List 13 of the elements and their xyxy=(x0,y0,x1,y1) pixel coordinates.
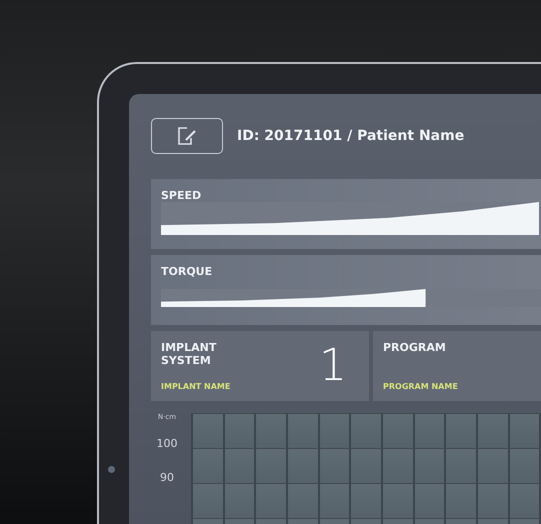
axis-tick: 90 xyxy=(160,471,174,486)
patient-id: ID: 20171101 / Patient Name xyxy=(237,128,464,144)
info-title: IMPLANT SYSTEM xyxy=(161,341,218,367)
meter-label: TORQUE xyxy=(161,265,214,278)
edit-icon xyxy=(176,127,198,145)
axis-tick: 100 xyxy=(156,437,178,452)
meter-label: SPEED xyxy=(161,189,202,202)
edit-button[interactable] xyxy=(151,118,223,154)
info-subtitle: PROGRAM NAME xyxy=(383,382,459,391)
info-title: PROGRAM xyxy=(383,341,447,354)
info-number: 1 xyxy=(319,341,347,391)
info-subtitle: IMPLANT NAME xyxy=(161,382,232,391)
bezel-dot-icon xyxy=(108,466,115,473)
